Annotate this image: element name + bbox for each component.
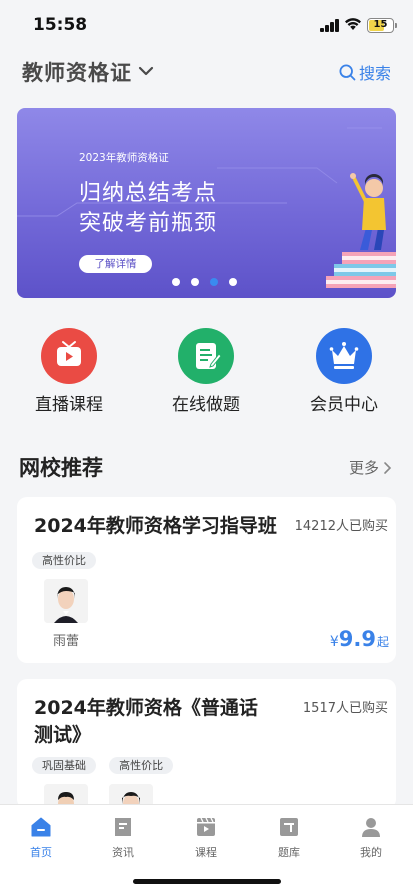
course-card[interactable]: 2024年教师资格学习指导班 14212人已购买 高性价比 雨蕾 ¥ 9.9 起 (17, 497, 396, 663)
home-indicator[interactable] (133, 879, 281, 884)
price-suffix: 起 (376, 635, 389, 649)
live-course-entry[interactable]: 直播课程 (14, 328, 124, 415)
tab-question-bank[interactable]: 题库 (259, 815, 319, 860)
tab-label: 课程 (195, 846, 217, 859)
course-title-line-2: 测试》 (34, 724, 92, 746)
battery-icon: 15 (367, 18, 397, 33)
course-title-line-1: 2024年教师资格《普通话 (34, 697, 258, 719)
battery-level: 15 (373, 19, 388, 30)
course-sold-count: 1517人已购买 (302, 701, 388, 716)
course-tag: 巩固基础 (32, 757, 96, 774)
section-more-label: 更多 (348, 459, 379, 477)
teacher-avatar (44, 579, 88, 623)
member-center-entry[interactable]: 会员中心 (289, 328, 399, 415)
banner-headline-1: 归纳总结考点 (79, 181, 218, 206)
price-currency: ¥ (329, 634, 339, 650)
carousel-dot[interactable] (172, 278, 180, 286)
carousel-dot[interactable] (191, 278, 199, 286)
online-practice-entry[interactable]: 在线做题 (151, 328, 261, 415)
tab-profile[interactable]: 我的 (341, 815, 401, 860)
price-value: 9.9 (338, 627, 376, 651)
live-course-label: 直播课程 (35, 395, 103, 415)
category-selector[interactable]: 教师资格证 (22, 57, 132, 87)
tab-label: 首页 (30, 846, 52, 859)
quick-entry-row: 直播课程 在线做题 会员中心 (0, 328, 413, 418)
banner-details-button[interactable]: 了解详情 (79, 255, 152, 273)
carousel-indicator[interactable] (172, 278, 237, 286)
course-price: ¥ 9.9 起 (330, 627, 389, 651)
online-practice-label: 在线做题 (172, 395, 240, 415)
course-card[interactable]: 2024年教师资格《普通话 测试》 1517人已购买 巩固基础 高性价比 (17, 679, 396, 809)
tv-icon (41, 328, 97, 384)
news-icon (111, 815, 135, 839)
signal-icon (320, 19, 340, 32)
section-title: 网校推荐 (19, 456, 103, 480)
top-header: 教师资格证 搜索 (0, 52, 413, 92)
tab-news[interactable]: 资讯 (93, 815, 153, 860)
course-tags: 高性价比 (32, 549, 104, 569)
tab-course[interactable]: 课程 (176, 815, 236, 860)
profile-icon (359, 815, 383, 839)
crown-icon (316, 328, 372, 384)
tab-label: 我的 (360, 846, 382, 859)
question-bank-icon (277, 815, 301, 839)
wifi-icon (345, 18, 361, 30)
member-center-label: 会员中心 (310, 395, 378, 415)
search-icon (339, 63, 356, 80)
course-tag: 高性价比 (109, 757, 174, 774)
course-icon (194, 815, 218, 839)
tab-label: 资讯 (112, 846, 134, 859)
course-title: 2024年教师资格学习指导班 (34, 515, 277, 537)
chevron-right-icon (384, 461, 392, 474)
course-title: 2024年教师资格《普通话 测试》 (34, 695, 304, 749)
tab-label: 题库 (278, 846, 300, 859)
home-icon (29, 815, 53, 839)
chevron-down-icon[interactable] (137, 62, 155, 80)
teacher-name: 雨蕾 (53, 634, 80, 649)
carousel-dot-active[interactable] (210, 278, 218, 286)
section-more-link[interactable]: 更多 (349, 457, 393, 478)
status-bar: 15:58 15 (0, 0, 413, 50)
carousel-dot[interactable] (229, 278, 237, 286)
course-tags: 巩固基础 高性价比 (32, 754, 181, 774)
exam-icon (178, 328, 234, 384)
banner-subtitle: 2023年教师资格证 (79, 152, 169, 164)
tab-home[interactable]: 首页 (11, 815, 71, 860)
course-tag: 高性价比 (32, 552, 96, 569)
promo-banner[interactable]: 2023年教师资格证 归纳总结考点 突破考前瓶颈 了解详情 (17, 108, 396, 298)
course-sold-count: 14212人已购买 (294, 519, 388, 534)
search-label: 搜索 (358, 64, 391, 83)
search-button[interactable]: 搜索 (339, 61, 391, 83)
banner-illustration (326, 173, 396, 288)
status-time: 15:58 (33, 15, 88, 35)
banner-headline-2: 突破考前瓶颈 (79, 211, 218, 236)
